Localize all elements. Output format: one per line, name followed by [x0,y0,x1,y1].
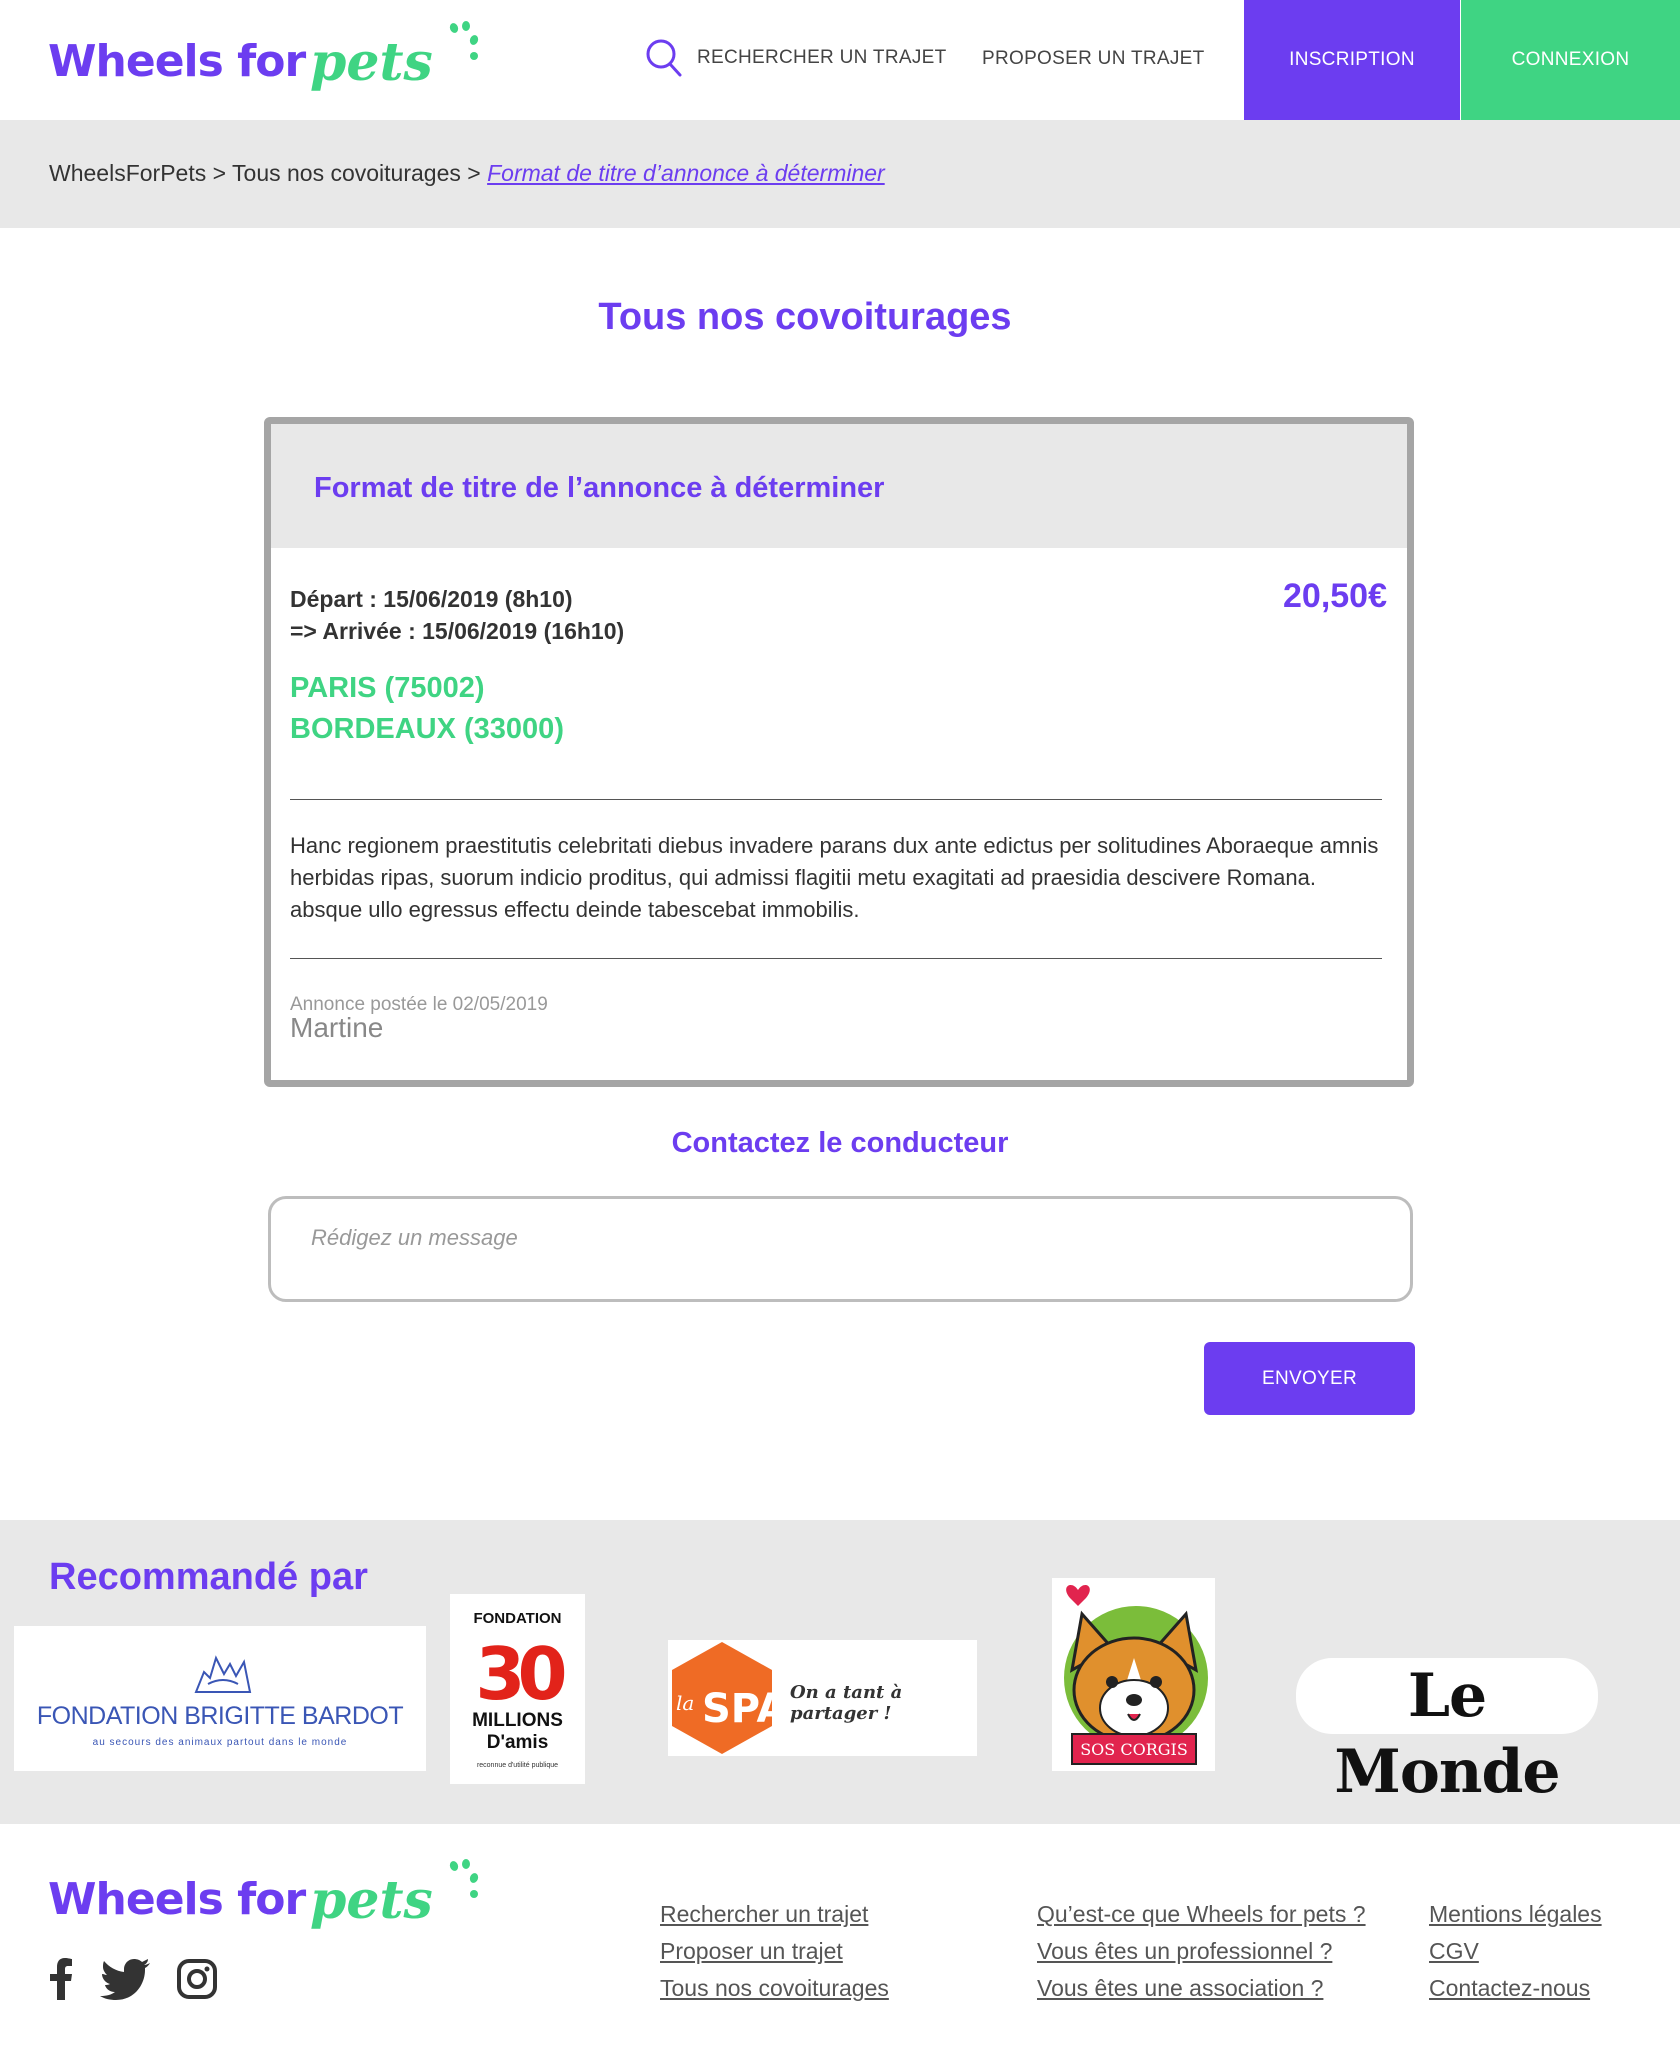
partner-logo-le-monde[interactable]: Le Monde [1296,1658,1598,1807]
paw-dots-icon [449,1859,479,1898]
page-title: Tous nos covoiturages [598,296,1012,338]
breadcrumb-home[interactable]: WheelsForPets [49,160,206,186]
nav-propose-link[interactable]: PROPOSER UN TRAJET [982,48,1205,70]
svg-text:la: la [676,1691,694,1715]
footer-column-3: Mentions légales CGV Contactez-nous [1429,1896,1602,2007]
recommended-section: Recommandé par FONDATION BRIGITTE BARDOT… [0,1520,1680,1824]
listing-schedule: Départ : 15/06/2019 (8h10) => Arrivée : … [290,583,624,647]
spa-slogan: On a tant à partager ! [790,1682,903,1724]
divider [290,958,1382,959]
footer-logo-accent: pets [310,1870,433,1931]
footer-logo-text: Wheels for [48,1874,306,1925]
inscription-button[interactable]: INSCRIPTION [1244,0,1460,120]
footer-link-contact[interactable]: Contactez-nous [1429,1970,1602,2007]
connexion-button[interactable]: CONNEXION [1461,0,1680,120]
search-icon [646,39,682,77]
send-button[interactable]: ENVOYER [1204,1342,1415,1415]
from-city: PARIS (75002) [290,672,485,704]
fbb-name: FONDATION BRIGITTE BARDOT [36,1702,404,1730]
sos-corgis-logo: SOS CORGIS [1064,1584,1208,1765]
logo-text: Wheels for [48,36,306,87]
m30-top: FONDATION [473,1610,562,1627]
spa-hexagon-logo: la SPA [672,1642,776,1754]
listing-route: PARIS (75002) BORDEAUX (33000) [290,668,564,750]
heart-icon [1066,1584,1090,1606]
partner-logo-sos-corgis[interactable]: SOS CORGIS [1052,1578,1215,1771]
recommended-title: Recommandé par [49,1556,368,1598]
nav-search-link[interactable]: RECHERCHER UN TRAJET [645,38,947,78]
logo-accent: pets [310,32,433,93]
footer-link-professional[interactable]: Vous êtes un professionnel ? [1037,1933,1366,1970]
m30-number: 30 [475,1632,567,1716]
to-city: BORDEAUX (33000) [290,713,564,745]
m30-lines: MILLIONS D'amis [450,1710,585,1754]
author-name: Martine [290,1012,384,1043]
footer-logo[interactable]: Wheels for pets [48,1856,479,1936]
listing-title: Format de titre de l’annonce à détermine… [314,472,885,504]
paw-dots-icon [449,21,479,60]
facebook-icon[interactable] [48,1958,74,2000]
site-logo[interactable]: Wheels for pets [48,18,479,98]
listing-card-header: Format de titre de l’annonce à détermine… [271,424,1407,548]
footer-column-2: Qu’est-ce que Wheels for pets ? Vous ête… [1037,1896,1366,2007]
listing-card: Format de titre de l’annonce à détermine… [264,417,1414,1087]
listing-description: Hanc regionem praestitutis celebritati d… [290,833,1379,922]
breadcrumb: WheelsForPets > Tous nos covoiturages > … [49,160,885,187]
twitter-icon[interactable] [100,1958,150,2000]
breadcrumb-section[interactable]: Tous nos covoiturages [232,160,461,186]
breadcrumb-separator: > [467,160,481,186]
fbb-emblem-icon [194,1655,252,1693]
m30-small: reconnue d'utilité publique [476,1762,559,1769]
arrival-time: => Arrivée : 15/06/2019 (16h10) [290,618,625,644]
svg-text:SPA: SPA [702,1686,776,1732]
contact-title: Contactez le conducteur [671,1127,1009,1159]
m30-line2: D'amis [486,1732,549,1753]
instagram-icon[interactable] [176,1958,218,2000]
listing-price: 20,50€ [1283,577,1387,615]
m30-line1: MILLIONS [472,1710,563,1731]
social-links [48,1958,218,2000]
footer-link-cgv[interactable]: CGV [1429,1933,1602,1970]
footer-link-association[interactable]: Vous êtes une association ? [1037,1970,1366,2007]
departure-time: Départ : 15/06/2019 (8h10) [290,586,573,612]
footer-link-all-rides[interactable]: Tous nos covoiturages [660,1970,889,2007]
partner-logo-fondation-brigitte-bardot[interactable]: FONDATION BRIGITTE BARDOT au secours des… [14,1626,426,1771]
divider [290,799,1382,800]
breadcrumb-bar: WheelsForPets > Tous nos covoiturages > … [0,120,1680,228]
footer-column-1: Rechercher un trajet Proposer un trajet … [660,1896,889,2007]
partner-logo-la-spa[interactable]: la SPA On a tant à partager ! [668,1640,977,1756]
footer-link-propose[interactable]: Proposer un trajet [660,1933,889,1970]
footer-link-search[interactable]: Rechercher un trajet [660,1896,889,1933]
partner-logo-30-millions-damis[interactable]: FONDATION 30 MILLIONS D'amis reconnue d'… [450,1594,585,1784]
site-header: Wheels for pets RECHERCHER UN TRAJET PRO… [0,0,1680,120]
footer-link-legal[interactable]: Mentions légales [1429,1896,1602,1933]
breadcrumb-current[interactable]: Format de titre d’annonce à déterminer [487,160,885,186]
nav-search-label: RECHERCHER UN TRAJET [697,47,947,68]
sos-label: SOS CORGIS [1080,1740,1188,1759]
breadcrumb-separator: > [212,160,227,186]
message-input[interactable] [268,1196,1413,1302]
fbb-tagline: au secours des animaux partout dans le m… [92,1737,348,1748]
footer-link-about[interactable]: Qu’est-ce que Wheels for pets ? [1037,1896,1366,1933]
